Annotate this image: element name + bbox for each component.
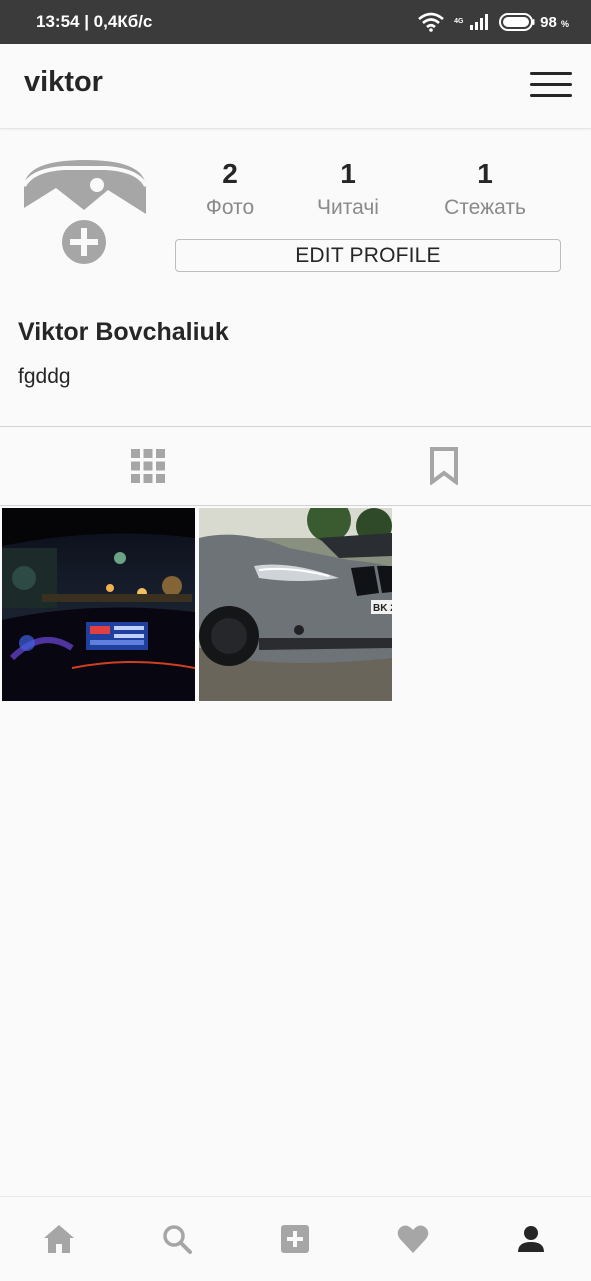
profile-full-name: Viktor Bovchaliuk [18,318,229,346]
stat-label: Читачі [317,196,379,219]
status-time: 13:54 | 0,4Кб/с [36,12,153,31]
search-icon [163,1225,192,1254]
nav-activity[interactable] [395,1221,431,1257]
battery-indicator: 98 % [499,13,569,31]
tab-grid[interactable] [0,427,295,504]
network-type: 4G [454,18,464,25]
home-icon [44,1225,74,1253]
post-thumbnail[interactable]: BK 2 [199,508,392,701]
post-thumbnail[interactable] [2,508,195,701]
profile-bio: fgddg [18,365,71,388]
profile-stats: 2 Фото 1 Читачі 1 Стежать [0,156,591,236]
profile-icon [518,1226,544,1252]
bookmark-icon [429,446,458,485]
status-bar: 13:54 | 0,4Кб/с 4G 98 % [0,0,591,44]
edit-profile-button[interactable]: EDIT PROFILE [175,239,561,272]
post-image-grey-car: BK 2 [199,508,392,701]
network-indicator: 4G [454,14,489,30]
wifi-icon [418,12,444,32]
stat-value: 1 [477,158,493,189]
bottom-navigation [0,1196,591,1281]
post-image-night-interior [2,508,195,701]
add-post-icon [281,1225,309,1253]
grid-icon [130,448,165,483]
stat-value: 1 [340,158,356,189]
plate-text: BK 2 [373,603,392,614]
stat-label: Стежать [444,196,526,219]
battery-icon [499,13,535,31]
signal-icon [470,14,489,30]
stat-followers[interactable]: 1 Читачі [278,156,418,220]
profile-username: viktor [24,66,103,98]
battery-percent: 98 % [540,13,569,31]
status-icons: 4G 98 % [418,12,569,32]
heart-icon [397,1225,429,1253]
tab-saved[interactable] [296,427,591,504]
nav-add-post[interactable] [277,1221,313,1257]
nav-profile[interactable] [513,1221,549,1257]
nav-home[interactable] [41,1221,77,1257]
stat-following[interactable]: 1 Стежать [415,156,555,220]
profile-tabs [0,426,591,506]
menu-button[interactable] [530,72,572,100]
profile-header: viktor [0,44,591,129]
hamburger-menu-icon [530,72,572,75]
nav-search[interactable] [159,1221,195,1257]
